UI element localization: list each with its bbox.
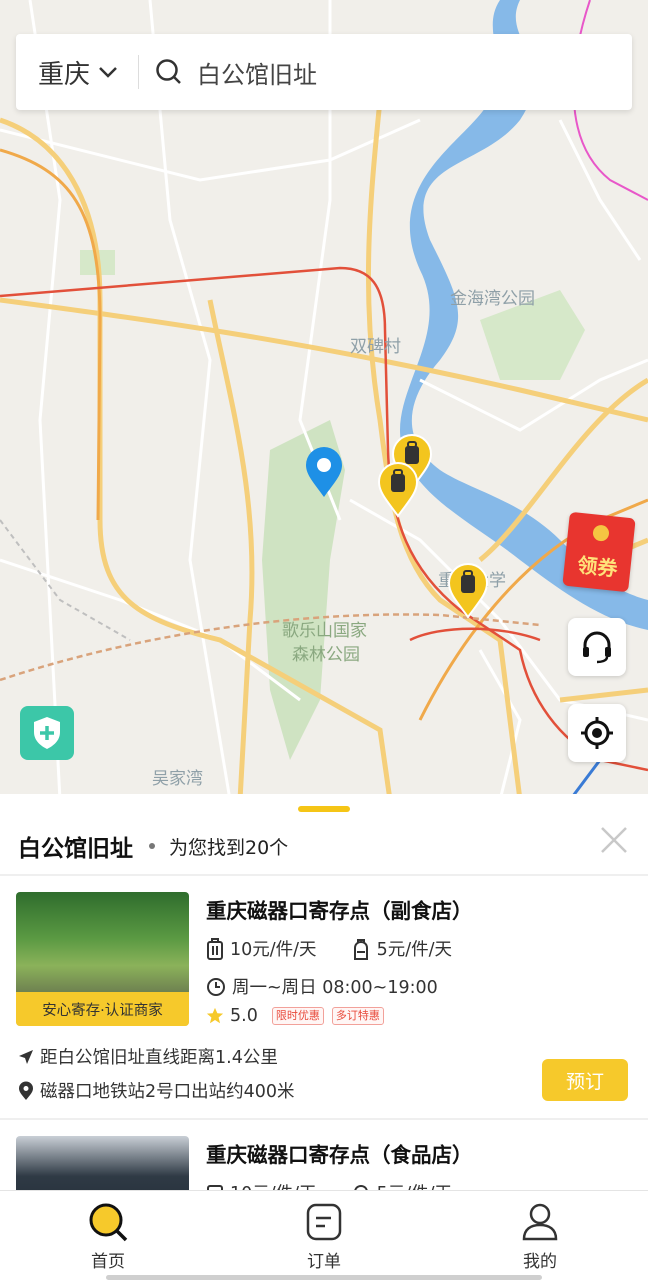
city-name: 重庆	[38, 59, 91, 90]
tab-home-label: 首页	[91, 1252, 125, 1272]
map-label-forest-2: 森林公园	[292, 645, 360, 665]
storage-photo	[16, 1136, 189, 1190]
map-canvas	[0, 0, 648, 800]
map-marker-icon	[19, 1081, 33, 1100]
tab-orders[interactable]: 订单	[264, 1201, 384, 1272]
home-indicator	[106, 1275, 542, 1280]
suitcase-icon	[207, 937, 223, 960]
metro-row: 磁器口地铁站2号口出站约400米	[18, 1078, 295, 1103]
rating-value: 5.0	[230, 1006, 258, 1026]
insurance-button[interactable]	[20, 706, 74, 760]
price-row: 10元/件/天 5元/件/天	[206, 1180, 452, 1190]
shield-plus-icon	[34, 717, 60, 749]
map-label-village: 双碑村	[350, 337, 401, 357]
chevron-down-icon	[99, 67, 117, 78]
tab-home[interactable]: 首页	[48, 1201, 168, 1272]
star-icon	[206, 1007, 224, 1024]
hours-row: 周一~周日 08:00~19:00	[206, 974, 438, 999]
bottom-tab-bar: 首页 订单 我的	[0, 1190, 648, 1281]
metro-text: 磁器口地铁站2号口出站约400米	[40, 1082, 295, 1102]
city-selector[interactable]: 重庆	[16, 34, 138, 110]
search-icon	[156, 59, 181, 84]
header-divider	[0, 874, 648, 876]
price-bag: 5元/件/天	[376, 940, 452, 960]
card-divider	[0, 1118, 648, 1120]
storage-card[interactable]: 安心寄存·认证商家 重庆磁器口寄存点（副食店） 10元/件/天 5元/件/天 周…	[0, 892, 648, 1118]
distance-text: 距白公馆旧址直线距离1.4公里	[40, 1048, 278, 1068]
map-label-area: 吴家湾	[152, 769, 203, 789]
profile-icon	[522, 1203, 558, 1241]
results-count: 为您找到20个	[169, 836, 289, 859]
search-divider	[138, 55, 139, 89]
headset-icon	[583, 631, 611, 664]
tab-orders-label: 订单	[307, 1252, 341, 1272]
luggage-pin-icon[interactable]	[447, 563, 489, 619]
distance-row: 距白公馆旧址直线距离1.4公里	[18, 1044, 278, 1069]
clock-icon	[207, 977, 225, 996]
storage-card[interactable]: 重庆磁器口寄存点（食品店） 10元/件/天 5元/件/天	[0, 1136, 648, 1190]
navigation-arrow-icon	[19, 1049, 33, 1064]
promo-tag: 限时优惠	[271, 1007, 324, 1025]
opening-hours: 周一~周日 08:00~19:00	[232, 978, 438, 998]
search-bar[interactable]: 重庆 白公馆旧址	[16, 34, 632, 110]
storage-photo: 安心寄存·认证商家	[16, 892, 189, 1026]
price-luggage: 10元/件/天	[230, 940, 317, 960]
price-bag: 5元/件/天	[377, 1180, 452, 1190]
locate-me-button[interactable]	[568, 704, 626, 762]
location-pin-icon[interactable]	[304, 447, 344, 499]
results-title: 白公馆旧址	[18, 836, 133, 862]
coupon-button[interactable]: 领券	[562, 511, 636, 593]
promo-tag: 多订特惠	[331, 1007, 384, 1025]
suitcase-icon	[207, 1184, 223, 1190]
coupon-seal-icon	[592, 524, 610, 542]
sheet-drag-handle[interactable]	[298, 806, 350, 812]
tab-profile[interactable]: 我的	[480, 1201, 600, 1272]
luggage-pin-icon[interactable]	[377, 462, 419, 518]
storage-title: 重庆磁器口寄存点（副食店）	[206, 899, 473, 923]
certified-badge: 安心寄存·认证商家	[16, 992, 189, 1026]
map-view[interactable]: 金海湾公园 双碑村 歌乐山国家 森林公园 吴家湾 重庆大学 重庆 白公馆旧址	[0, 0, 648, 800]
search-input[interactable]: 白公馆旧址	[197, 55, 317, 90]
coupon-label: 领券	[576, 552, 619, 581]
backpack-icon	[353, 938, 368, 960]
storage-title: 重庆磁器口寄存点（食品店）	[206, 1143, 473, 1167]
price-luggage: 10元/件/天	[230, 1180, 317, 1190]
home-search-icon	[89, 1203, 128, 1242]
rating-row: 5.0 限时优惠 多订特惠	[206, 1006, 384, 1026]
book-button[interactable]: 预订	[542, 1059, 628, 1101]
results-header: 白公馆旧址 为您找到20个	[18, 826, 288, 866]
order-icon	[306, 1203, 342, 1241]
map-label-forest-1: 歌乐山国家	[282, 621, 367, 641]
customer-service-button[interactable]	[568, 618, 626, 676]
backpack-icon	[353, 1184, 368, 1190]
results-sheet: 白公馆旧址 为您找到20个 安心寄存·认证商家 重庆磁器口寄存点（副食店） 10…	[0, 794, 648, 1190]
map-label-park: 金海湾公园	[450, 289, 535, 309]
close-icon[interactable]	[596, 822, 632, 858]
results-separator-dot	[149, 843, 155, 849]
crosshair-icon	[581, 717, 613, 749]
tab-profile-label: 我的	[523, 1252, 557, 1272]
price-row: 10元/件/天 5元/件/天	[206, 936, 452, 961]
